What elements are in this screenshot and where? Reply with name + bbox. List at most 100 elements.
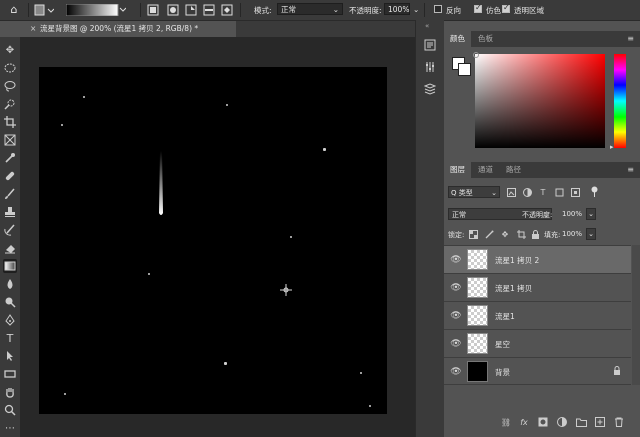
brush-tool-icon[interactable] (3, 187, 17, 201)
layer-thumbnail (467, 277, 488, 298)
diamond-gradient-icon[interactable] (220, 3, 234, 16)
healing-brush-tool-icon[interactable] (3, 169, 17, 183)
layer-style-fx-icon[interactable]: fx (518, 416, 530, 428)
link-layers-icon[interactable]: ⛓ (500, 416, 512, 428)
eye-icon[interactable]: 👁 (450, 338, 462, 350)
home-icon[interactable]: ⌂ (6, 3, 22, 16)
panel-menu-icon[interactable]: ≡ (627, 165, 634, 174)
layer-row[interactable]: 👁 背景 (444, 357, 631, 385)
new-layer-icon[interactable] (594, 416, 606, 428)
layer-row[interactable]: 👁 星空 (444, 329, 631, 357)
eye-icon[interactable]: 👁 (450, 310, 462, 322)
options-bar: ⌂ 模式: 正常 ⌄ 不透明度: 100% ⌄ 反向 仿色 透明区域 (0, 0, 640, 21)
marquee-tool-icon[interactable] (3, 61, 17, 75)
eraser-tool-icon[interactable] (3, 241, 17, 255)
opacity-dropdown-icon[interactable]: ⌄ (413, 5, 419, 14)
filter-shape-icon[interactable] (554, 186, 564, 198)
add-mask-icon[interactable] (537, 416, 549, 428)
tab-paths[interactable]: 路径 (500, 162, 527, 178)
layer-row[interactable]: 👁 流星1 (444, 301, 631, 329)
path-selection-tool-icon[interactable] (3, 349, 17, 363)
mode-select[interactable]: 正常 ⌄ (277, 3, 343, 15)
background-color-swatch[interactable] (458, 63, 471, 76)
reflected-gradient-icon[interactable] (202, 3, 216, 16)
lock-icon (613, 366, 621, 377)
layer-name: 星空 (495, 340, 510, 349)
hue-slider-handle-icon[interactable]: ▸ (610, 143, 614, 151)
layers-scrollbar[interactable] (632, 245, 640, 385)
lasso-tool-icon[interactable] (3, 79, 17, 93)
fill-slider-dropdown-icon[interactable]: ⌄ (586, 228, 596, 240)
filter-adjustment-icon[interactable] (522, 186, 532, 198)
filter-toggle-icon[interactable] (590, 185, 598, 197)
properties-icon[interactable] (423, 82, 437, 96)
history-icon[interactable] (423, 38, 437, 52)
lock-image-pixels-icon[interactable] (484, 228, 494, 240)
tab-swatches[interactable]: 色板 (472, 31, 499, 47)
eye-icon[interactable]: 👁 (450, 366, 462, 378)
tab-color[interactable]: 颜色 (444, 31, 471, 47)
gradient-tool-preset-icon[interactable] (34, 3, 54, 16)
close-icon[interactable]: × (30, 21, 36, 37)
quick-selection-tool-icon[interactable] (3, 97, 17, 111)
rectangle-tool-icon[interactable] (3, 367, 17, 381)
blur-tool-icon[interactable] (3, 277, 17, 291)
more-tools-icon[interactable]: ⋯ (3, 421, 17, 435)
layer-filter-label: Q 类型 (451, 189, 473, 197)
new-group-icon[interactable] (575, 416, 587, 428)
frame-tool-icon[interactable] (3, 133, 17, 147)
tab-channels[interactable]: 通道 (472, 162, 499, 178)
history-brush-tool-icon[interactable] (3, 223, 17, 237)
angle-gradient-icon[interactable] (184, 3, 198, 16)
lock-position-icon[interactable]: ✥ (500, 228, 510, 240)
lock-all-icon[interactable] (530, 228, 540, 240)
hue-slider[interactable] (614, 54, 626, 148)
zoom-tool-icon[interactable] (3, 403, 17, 417)
gradient-picker[interactable] (66, 3, 126, 16)
panel-menu-icon[interactable]: ≡ (627, 34, 634, 43)
mode-label: 模式: (254, 6, 272, 15)
transparency-checkbox[interactable] (502, 3, 510, 13)
clone-stamp-tool-icon[interactable] (3, 205, 17, 219)
radial-gradient-icon[interactable] (166, 3, 180, 16)
filter-smart-object-icon[interactable] (570, 186, 580, 198)
crop-tool-icon[interactable] (3, 115, 17, 129)
filter-type-icon[interactable]: T (538, 186, 548, 198)
document-canvas[interactable] (39, 67, 387, 414)
delete-layer-icon[interactable] (613, 416, 625, 428)
hand-tool-icon[interactable] (3, 385, 17, 399)
pen-tool-icon[interactable] (3, 313, 17, 327)
opacity-value: 100% (388, 5, 410, 14)
lock-artboard-icon[interactable] (516, 228, 526, 240)
opacity-field[interactable]: 100% (384, 3, 410, 15)
type-tool-icon[interactable]: T (3, 331, 17, 345)
lock-transparent-pixels-icon[interactable] (468, 228, 478, 240)
meteor-streak (159, 151, 163, 215)
eye-icon[interactable]: 👁 (450, 282, 462, 294)
dither-checkbox[interactable] (474, 3, 482, 13)
collapsed-panels-strip: « (415, 20, 444, 437)
fill-value[interactable]: 100% (562, 230, 582, 238)
collapse-arrows-icon[interactable]: « (425, 22, 429, 30)
layer-row[interactable]: 👁 流星1 拷贝 2 (444, 245, 631, 273)
layer-opacity-value[interactable]: 100% (562, 210, 582, 218)
new-adjustment-layer-icon[interactable] (556, 416, 568, 428)
layer-thumbnail (467, 305, 488, 326)
layer-filter-select[interactable]: Q 类型 ⌄ (448, 186, 500, 198)
reverse-checkbox[interactable] (434, 5, 442, 13)
linear-gradient-icon[interactable] (146, 3, 160, 16)
color-picker-handle[interactable] (473, 52, 479, 58)
tab-layers[interactable]: 图层 (444, 162, 471, 178)
dodge-tool-icon[interactable] (3, 295, 17, 309)
color-field[interactable] (475, 54, 605, 148)
adjustments-icon[interactable] (423, 60, 437, 74)
opacity-slider-dropdown-icon[interactable]: ⌄ (586, 208, 596, 220)
layer-row[interactable]: 👁 流星1 拷贝 (444, 273, 631, 301)
eyedropper-tool-icon[interactable] (3, 151, 17, 165)
filter-pixel-icon[interactable] (506, 186, 516, 198)
document-tab[interactable]: × 流星背景图 @ 200% (流星1 拷贝 2, RGB/8) * (26, 21, 236, 37)
star (83, 96, 85, 98)
move-tool-icon[interactable]: ✥ (3, 43, 17, 57)
eye-icon[interactable]: 👁 (450, 254, 462, 266)
gradient-tool-icon[interactable] (3, 259, 17, 273)
